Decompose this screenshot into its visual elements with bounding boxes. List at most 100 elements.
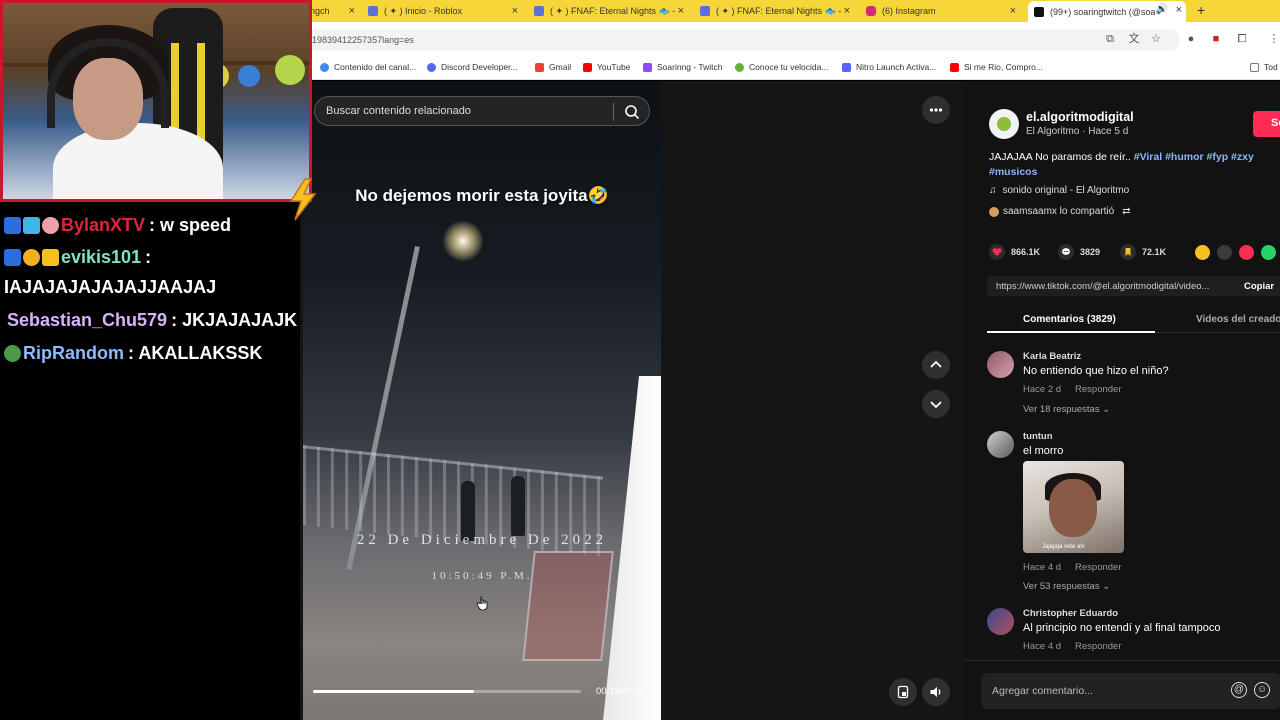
puzzle-icon[interactable]: ⧠ <box>1236 33 1248 45</box>
search-placeholder: Buscar contenido relacionado <box>326 105 471 117</box>
browser-tab[interactable]: ( ✦ ) FNAF: Eternal Nights 🐟 - × <box>534 2 684 20</box>
author-avatar[interactable] <box>989 109 1019 139</box>
hashtag[interactable]: #Viral <box>1134 151 1162 163</box>
reply-button[interactable]: Responder <box>1075 562 1121 573</box>
browser-tab[interactable]: (6) Instagram × <box>866 2 1016 20</box>
close-icon[interactable]: × <box>1010 5 1016 17</box>
bookmark-item[interactable]: YouTube <box>583 62 630 72</box>
comment-meta: Hace 4 d Responder <box>1023 641 1122 652</box>
video-date-overlay: 22 De Diciembre De 2022 <box>356 532 608 548</box>
bookmark-item[interactable]: Gmail <box>535 62 571 72</box>
share-friends-icon[interactable] <box>1239 245 1254 260</box>
url-field[interactable]: 19839412257357lang=es <box>300 29 1180 51</box>
copy-link-button[interactable]: Copiar <box>1244 281 1274 292</box>
url-text: 19839412257357lang=es <box>312 35 414 45</box>
author-subline: El Algoritmo · Hace 5 d <box>1026 126 1129 137</box>
browser-tab-active[interactable]: (99+) soaringtwitch (@soa 🔊 × <box>1028 1 1186 22</box>
comment-button[interactable]: 3829 <box>1058 244 1100 260</box>
bookmark-item[interactable]: Si me Rio, Compro... <box>950 62 1043 72</box>
image-face <box>1049 479 1097 537</box>
like-button[interactable]: 866.1K <box>989 244 1040 260</box>
share-icon[interactable] <box>1195 245 1210 260</box>
speedtest-icon <box>735 62 744 72</box>
commenter-avatar[interactable] <box>987 431 1014 458</box>
save-button[interactable]: 72.1K <box>1120 244 1166 260</box>
hashtag[interactable]: #musicos <box>989 166 1037 178</box>
search-icon[interactable] <box>624 104 640 120</box>
video-player[interactable]: No dejemos morir esta joyita🤣 22 De Dici… <box>303 81 661 720</box>
close-icon[interactable]: × <box>349 5 355 17</box>
bookmark-item[interactable]: Contenido del canal... <box>320 62 416 72</box>
copy-link-row: https://www.tiktok.com/@el.algoritmodigi… <box>987 276 1280 296</box>
description-text: JAJAJAA No paramos de reír.. <box>989 151 1134 163</box>
hashtag[interactable]: #humor <box>1165 151 1204 163</box>
view-replies-button[interactable]: Ver 53 respuestas ⌄ <box>1023 581 1110 592</box>
browser-tab[interactable]: ngch × <box>310 2 355 20</box>
install-app-icon[interactable]: ⧉ <box>1104 33 1116 45</box>
tab-comments[interactable]: Comentarios (3829) <box>1023 314 1116 325</box>
reply-button[interactable]: Responder <box>1075 641 1121 652</box>
bookmark-folder[interactable]: Tod <box>1250 62 1278 72</box>
comment-input[interactable]: Agregar comentario... @ ☺ <box>981 673 1280 709</box>
chevron-down-icon <box>930 401 942 409</box>
bookmark-label: Discord Developer... <box>441 62 518 72</box>
new-tab-icon[interactable]: + <box>1197 2 1205 18</box>
tab-title: ngch <box>310 6 330 16</box>
close-icon[interactable]: × <box>1176 4 1182 16</box>
chat-message: Sebastian_Chu579 : JKJAJAJAJK <box>4 310 297 331</box>
more-options-button[interactable] <box>922 96 950 124</box>
repost-icon: ⇄ <box>1122 206 1131 217</box>
follow-button[interactable]: Se <box>1253 111 1280 137</box>
extension-icon[interactable]: ■ <box>1210 33 1222 45</box>
bookmark-item[interactable]: Conoce tu velocida... <box>735 62 828 72</box>
commenter-name[interactable]: Christopher Eduardo <box>1023 608 1118 619</box>
commenter-avatar[interactable] <box>987 351 1014 378</box>
related-search-input[interactable]: Buscar contenido relacionado <box>314 96 650 126</box>
divider <box>613 103 614 121</box>
next-video-button[interactable] <box>922 390 950 418</box>
bookmark-item[interactable]: Nitro Launch Activa... <box>842 62 936 72</box>
video-progress-bar[interactable] <box>313 690 581 693</box>
close-icon[interactable]: × <box>678 5 684 17</box>
chat-text: IAJAJAJAJAJAJJAAJAJ <box>4 277 217 297</box>
bookmark-item[interactable]: Discord Developer... <box>427 62 518 72</box>
mention-icon[interactable]: @ <box>1231 682 1247 698</box>
like-count: 866.1K <box>1011 247 1041 257</box>
commenter-name[interactable]: Karla Beatriz <box>1023 351 1081 362</box>
browser-tab[interactable]: ( ✦ ) Inicio - Roblox × <box>368 2 518 20</box>
bookmark-item[interactable]: Soarinng - Twitch <box>643 62 723 72</box>
nitro-icon <box>842 62 851 72</box>
tab-creator-videos[interactable]: Videos del creador <box>1196 314 1280 325</box>
previous-video-button[interactable] <box>922 351 950 379</box>
comment-image[interactable]: Jajajaja vete alv <box>1023 461 1124 553</box>
browser-tab[interactable]: ( ✦ ) FNAF: Eternal Nights 🐟 - × <box>700 2 850 20</box>
video-description: JAJAJAA No paramos de reír.. #Viral #hum… <box>989 150 1280 180</box>
embed-icon[interactable] <box>1217 245 1232 260</box>
bookmark-label: YouTube <box>597 62 631 72</box>
youtube-icon <box>950 62 959 72</box>
shared-by-text: saamsaamx lo compartió <box>1003 206 1115 217</box>
commenter-name[interactable]: tuntun <box>1023 431 1053 442</box>
bookmark-star-icon[interactable]: ☆ <box>1150 33 1162 45</box>
reply-button[interactable]: Responder <box>1075 384 1121 395</box>
extension-icon[interactable]: ● <box>1185 33 1197 45</box>
floating-player-button[interactable] <box>889 678 917 706</box>
close-icon[interactable]: × <box>844 5 850 17</box>
emoji-icon[interactable]: ☺ <box>1254 682 1270 698</box>
sharer-avatar <box>989 206 999 217</box>
hashtag[interactable]: #zxy <box>1231 151 1254 163</box>
menu-icon[interactable]: ⋮ <box>1268 33 1280 45</box>
active-tab-indicator <box>987 331 1155 333</box>
hashtag[interactable]: #fyp <box>1207 151 1229 163</box>
volume-button[interactable] <box>922 678 950 706</box>
author-username[interactable]: el.algoritmodigital <box>1026 110 1134 124</box>
whatsapp-icon[interactable] <box>1261 245 1276 260</box>
youtube-icon <box>583 62 592 72</box>
close-icon[interactable]: × <box>512 5 518 17</box>
view-replies-button[interactable]: Ver 18 respuestas ⌄ <box>1023 404 1110 415</box>
badge-icon <box>4 345 21 362</box>
commenter-avatar[interactable] <box>987 608 1014 635</box>
speaker-icon[interactable]: 🔊 <box>1156 4 1168 15</box>
music-info[interactable]: ♫ sonido original - El Algoritmo <box>989 185 1129 196</box>
translate-icon[interactable]: 文 <box>1128 33 1140 45</box>
